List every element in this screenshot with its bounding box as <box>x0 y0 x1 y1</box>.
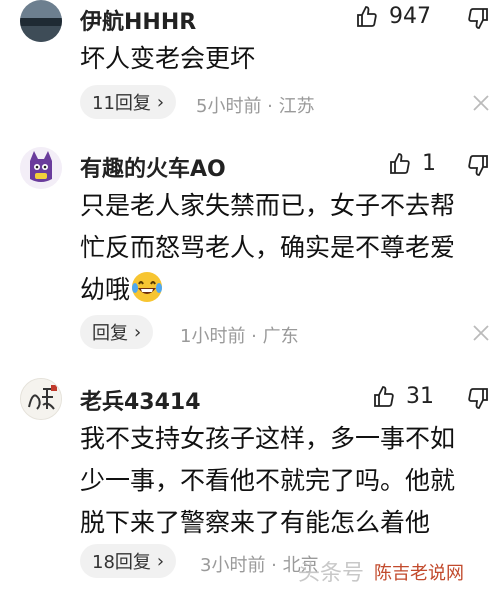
thumbs-up-icon <box>390 152 410 174</box>
username[interactable]: 老兵43414 <box>80 384 201 416</box>
reply-button[interactable]: 回复 › <box>80 315 154 349</box>
comment-1: 伊航HHHR 947 坏人变老会更坏 11回复 › 5小时前 · 江苏 <box>0 0 500 130</box>
avatar[interactable] <box>20 378 62 420</box>
like-button[interactable]: 947 <box>355 4 431 29</box>
thumbs-down-icon <box>468 155 488 176</box>
close-icon[interactable] <box>472 94 490 112</box>
watermark-logo-text: 陈吉老说网 <box>374 563 464 584</box>
chevron-right-icon: › <box>156 550 165 572</box>
close-icon[interactable] <box>472 324 490 342</box>
reply-button[interactable]: 11回复 › <box>80 85 177 119</box>
avatar[interactable] <box>20 0 62 42</box>
thumbs-down-icon <box>468 388 488 409</box>
dislike-button[interactable] <box>466 153 490 181</box>
avatar[interactable] <box>20 147 62 189</box>
comment-text: 只是老人家失禁而已，女子不去帮 忙反而怒骂老人，确实是不尊老爱 幼哦 <box>80 185 490 311</box>
like-button[interactable]: 1 <box>388 151 436 176</box>
laughing-crying-emoji-icon <box>132 272 163 302</box>
comment-text-line: 我不支持女孩子这样，多一事不如 <box>80 424 456 453</box>
comment-text-line: 忙反而怒骂老人，确实是不尊老爱 <box>80 233 456 262</box>
comment-text-line: 只是老人家失禁而已，女子不去帮 <box>80 191 456 220</box>
timestamp-location: 5小时前 · 江苏 <box>196 96 315 117</box>
watermark-logo: 陈吉老说网 <box>370 555 490 589</box>
comment-text-line: 脱下来了警察来了有能怎么着他 <box>80 508 431 537</box>
reply-label: 回复 <box>92 323 128 344</box>
like-count: 947 <box>389 4 431 29</box>
reply-button[interactable]: 18回复 › <box>80 544 177 578</box>
like-count: 31 <box>406 384 434 409</box>
dislike-button[interactable] <box>466 386 490 414</box>
username[interactable]: 有趣的火车AO <box>80 151 226 183</box>
thumbs-down-icon <box>468 8 488 29</box>
comment-text: 坏人变老会更坏 <box>80 44 256 73</box>
dislike-button[interactable] <box>466 6 490 34</box>
chevron-right-icon: › <box>134 321 142 343</box>
reply-label: 11回复 <box>92 93 151 114</box>
reply-label: 18回复 <box>92 552 151 573</box>
like-count: 1 <box>422 151 436 176</box>
like-button[interactable]: 31 <box>372 384 434 409</box>
comment-2: 有趣的火车AO 1 只是老人家失禁而已，女子不去帮 忙反而怒骂老人，确实是不尊老… <box>0 145 500 360</box>
comment-text: 我不支持女孩子这样，多一事不如 少一事，不看他不就完了吗。他就 脱下来了警察来了… <box>80 418 490 544</box>
comment-text-line: 少一事，不看他不就完了吗。他就 <box>80 466 456 495</box>
timestamp-location: 1小时前 · 广东 <box>180 326 299 347</box>
thumbs-up-icon <box>374 385 394 407</box>
username[interactable]: 伊航HHHR <box>80 4 196 36</box>
watermark-text: 头条号 <box>298 561 365 586</box>
comment-text-line: 幼哦 <box>80 269 490 311</box>
chevron-right-icon: › <box>156 91 165 113</box>
thumbs-up-icon <box>357 5 377 27</box>
